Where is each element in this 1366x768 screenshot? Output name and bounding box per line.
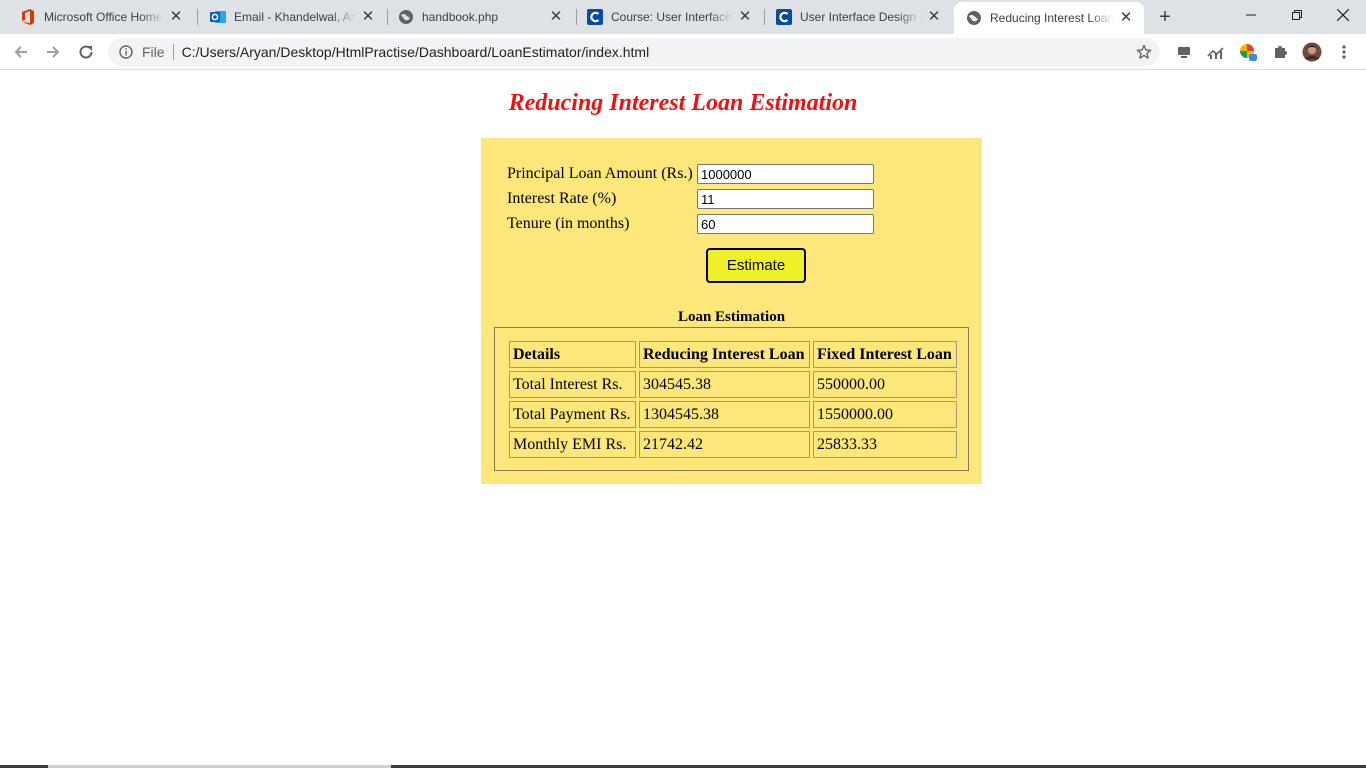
table-row: Total Interest Rs. 304545.38 550000.00 bbox=[509, 371, 957, 398]
principal-label: Principal Loan Amount (Rs.) bbox=[507, 165, 693, 182]
tab-title: Course: User Interface Design bbox=[611, 10, 733, 24]
row-label: Monthly EMI Rs. bbox=[509, 431, 636, 458]
header-details: Details bbox=[509, 341, 636, 368]
tenure-row: Tenure (in months) bbox=[507, 213, 874, 235]
row-label: Total Interest Rs. bbox=[509, 371, 636, 398]
close-window-button[interactable] bbox=[1320, 0, 1366, 30]
fixed-value: 550000.00 bbox=[813, 371, 957, 398]
tab-title: Microsoft Office Home bbox=[44, 10, 163, 24]
forward-arrow-icon bbox=[47, 46, 60, 58]
course-c-icon bbox=[776, 9, 792, 25]
principal-input[interactable] bbox=[697, 164, 874, 184]
minimize-icon bbox=[1246, 14, 1256, 16]
results-table: Details Reducing Interest Loan Fixed Int… bbox=[506, 338, 960, 461]
rate-label: Interest Rate (%) bbox=[507, 190, 617, 207]
close-icon[interactable]: ✕ bbox=[360, 9, 376, 25]
tab-ui-design[interactable]: User Interface Design Fundamentals ✕ bbox=[764, 0, 952, 34]
tab-strip: Microsoft Office Home ✕ Email - Khandelw… bbox=[0, 0, 1366, 34]
bookmark-star-icon[interactable] bbox=[1136, 44, 1152, 60]
info-icon[interactable] bbox=[118, 44, 134, 60]
outlook-icon bbox=[210, 9, 226, 25]
globe-icon bbox=[398, 9, 414, 25]
back-arrow-icon bbox=[14, 46, 27, 58]
tab-loan-estimation[interactable]: Reducing Interest Loan Estimation ✕ bbox=[954, 2, 1144, 34]
results-table-frame: Details Reducing Interest Loan Fixed Int… bbox=[494, 327, 969, 471]
table-header-row: Details Reducing Interest Loan Fixed Int… bbox=[509, 341, 957, 368]
row-label: Total Payment Rs. bbox=[509, 401, 636, 428]
fixed-value: 25833.33 bbox=[813, 431, 957, 458]
reducing-value: 1304545.38 bbox=[639, 401, 810, 428]
tab-course-ui[interactable]: Course: User Interface Design ✕ bbox=[575, 0, 763, 34]
office-icon bbox=[20, 9, 36, 25]
profile-avatar[interactable] bbox=[1302, 42, 1322, 62]
rate-input[interactable] bbox=[697, 189, 874, 209]
tenure-label: Tenure (in months) bbox=[507, 215, 630, 232]
principal-row: Principal Loan Amount (Rs.) bbox=[507, 163, 874, 185]
reload-icon bbox=[79, 45, 93, 59]
screen-extension-icon[interactable] bbox=[1174, 42, 1194, 62]
tab-office-home[interactable]: Microsoft Office Home ✕ bbox=[8, 0, 194, 34]
rate-row: Interest Rate (%) bbox=[507, 188, 874, 210]
close-icon[interactable]: ✕ bbox=[168, 9, 184, 25]
results-caption: Loan Estimation bbox=[677, 309, 786, 325]
reducing-value: 21742.42 bbox=[639, 431, 810, 458]
close-icon[interactable]: ✕ bbox=[737, 9, 753, 25]
new-tab-button[interactable]: + bbox=[1154, 7, 1176, 29]
page-title: Reducing Interest Loan Estimation bbox=[508, 90, 858, 116]
tenure-input[interactable] bbox=[697, 214, 874, 234]
close-icon[interactable]: ✕ bbox=[1118, 10, 1134, 26]
browser-toolbar: File C:/Users/Aryan/Desktop/HtmlPractise… bbox=[0, 34, 1366, 70]
tab-title: Reducing Interest Loan Estimation bbox=[990, 11, 1114, 25]
restore-icon bbox=[1292, 10, 1302, 20]
loan-form-panel: Principal Loan Amount (Rs.) Interest Rat… bbox=[481, 138, 982, 484]
table-row: Total Payment Rs. 1304545.38 1550000.00 bbox=[509, 401, 957, 428]
course-c-icon bbox=[587, 9, 603, 25]
globe-icon bbox=[966, 10, 982, 26]
tab-handbook[interactable]: handbook.php ✕ bbox=[386, 0, 574, 34]
scheme-label: File bbox=[142, 44, 165, 60]
header-fixed: Fixed Interest Loan bbox=[813, 341, 957, 368]
close-icon[interactable]: ✕ bbox=[548, 9, 564, 25]
reducing-value: 304545.38 bbox=[639, 371, 810, 398]
forward-button[interactable] bbox=[40, 39, 66, 65]
address-divider bbox=[172, 44, 174, 60]
tab-email[interactable]: Email - Khandelwal, Aryan ✕ bbox=[198, 0, 386, 34]
tab-title: User Interface Design Fundamentals bbox=[800, 10, 922, 24]
reload-button[interactable] bbox=[73, 39, 99, 65]
header-reducing: Reducing Interest Loan bbox=[639, 341, 810, 368]
table-row: Monthly EMI Rs. 21742.42 25833.33 bbox=[509, 431, 957, 458]
tab-title: Email - Khandelwal, Aryan bbox=[234, 10, 356, 24]
menu-dots-icon[interactable] bbox=[1334, 42, 1354, 62]
multicolor-extension-icon[interactable] bbox=[1238, 42, 1258, 62]
restore-button[interactable] bbox=[1274, 0, 1320, 30]
minimize-button[interactable] bbox=[1228, 0, 1274, 30]
close-icon bbox=[1337, 9, 1349, 21]
puzzle-extensions-icon[interactable] bbox=[1270, 42, 1290, 62]
url-text[interactable]: C:/Users/Aryan/Desktop/HtmlPractise/Dash… bbox=[182, 44, 650, 60]
fixed-value: 1550000.00 bbox=[813, 401, 957, 428]
estimate-button[interactable]: Estimate bbox=[706, 248, 806, 283]
analytics-extension-icon[interactable] bbox=[1206, 42, 1226, 62]
back-button[interactable] bbox=[8, 39, 34, 65]
close-icon[interactable]: ✕ bbox=[926, 9, 942, 25]
tab-title: handbook.php bbox=[422, 10, 499, 24]
address-bar[interactable]: File C:/Users/Aryan/Desktop/HtmlPractise… bbox=[108, 38, 1160, 66]
